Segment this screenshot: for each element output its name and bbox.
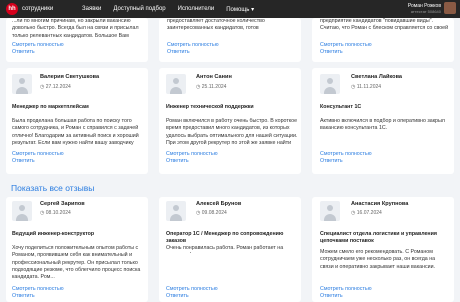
reviewer-avatar: [12, 74, 32, 94]
reply-link[interactable]: Ответить: [320, 293, 343, 300]
review-text: Была проделана большая работа по поиску …: [12, 118, 139, 148]
clock-icon: ◷: [351, 84, 356, 90]
review-text: Активно включился в подбор и оперативно …: [320, 118, 445, 132]
nav-item-requests[interactable]: Заявки: [82, 6, 101, 13]
reviewer-avatar: [320, 74, 340, 94]
reviewer-avatar: [166, 201, 186, 221]
user-certificate: аттестат 508640: [410, 8, 441, 14]
review-date-value: 11.11.2024: [356, 84, 382, 90]
reply-link[interactable]: Ответить: [12, 293, 35, 300]
reviewer-avatar: [166, 74, 186, 94]
review-text: предприятие кандидатов "повидавшие виды"…: [320, 18, 449, 33]
nav-item-help-label: Помощь: [226, 6, 250, 13]
review-date-value: 16.07.2024: [356, 210, 382, 216]
show-full-link[interactable]: Смотреть полностью: [166, 286, 218, 293]
clock-icon: ◷: [40, 210, 45, 216]
hh-logo[interactable]: hh: [6, 3, 18, 15]
nav-item-executors[interactable]: Исполнители: [178, 6, 215, 13]
review-text: Можем смело его рекомендовать. С Романом…: [320, 249, 436, 270]
chevron-down-icon: ▾: [251, 6, 255, 13]
clock-icon: ◷: [196, 84, 201, 90]
review-card: предоставляет достаточное количество заи…: [159, 18, 301, 62]
user-menu[interactable]: Роман Рожков аттестат 508640: [408, 2, 456, 14]
reviewer-name: Валерия Светушкова: [40, 74, 100, 80]
vacancy-title: Инженер технической поддержки: [166, 104, 254, 110]
show-full-link[interactable]: Смотреть полностью: [320, 286, 372, 293]
review-date-value: 27.12.2024: [45, 84, 71, 90]
review-card: Алексей Брунов ◷ 09.08.2024 Оператор 1С …: [159, 197, 301, 302]
show-full-link[interactable]: Смотреть полностью: [12, 286, 64, 293]
vacancy-title: Менеджер по маркетплейсам: [12, 104, 89, 110]
review-date-value: 09.08.2024: [201, 210, 227, 216]
clock-icon: ◷: [40, 84, 45, 90]
review-card: Светлана Лайкова ◷ 11.11.2024 Консультан…: [312, 68, 454, 174]
brand-label[interactable]: сотрудники: [22, 6, 72, 12]
clock-icon: ◷: [196, 210, 201, 216]
show-full-link[interactable]: Смотреть полностью: [12, 151, 64, 158]
show-full-link[interactable]: Смотреть полностью: [320, 151, 372, 158]
review-card: Антон Санин ◷ 25.11.2024 Инженер техниче…: [159, 68, 301, 174]
reply-link[interactable]: Ответить: [167, 49, 190, 56]
main-nav: Заявки Доступный подбор Исполнители Помо…: [82, 6, 254, 13]
vacancy-title: Консультант 1С: [320, 104, 362, 110]
clock-icon: ◷: [351, 210, 356, 216]
reviewer-name: Антон Санин: [196, 74, 232, 80]
nav-item-help[interactable]: Помощь ▾: [226, 6, 254, 13]
review-card: Валерия Светушкова ◷ 27.12.2024 Менеджер…: [6, 68, 148, 174]
reviewer-avatar: [320, 201, 340, 221]
reviewer-name: Алексей Брунов: [196, 201, 242, 207]
show-full-link[interactable]: Смотреть полностью: [166, 151, 218, 158]
vacancy-title: Ведущий инженер-конструктор: [12, 231, 95, 237]
reviewer-name: Анастасия Крупнова: [351, 201, 409, 207]
review-date-value: 08.10.2024: [45, 210, 71, 216]
reply-link[interactable]: Ответить: [166, 158, 189, 165]
reply-link[interactable]: Ответить: [166, 293, 189, 300]
review-date: ◷ 09.08.2024: [196, 210, 227, 216]
nav-item-affordable-hiring[interactable]: Доступный подбор: [113, 6, 165, 13]
review-date: ◷ 11.11.2024: [351, 84, 381, 90]
show-full-link[interactable]: Смотреть полностью: [167, 42, 219, 49]
review-card: Анастасия Крупнова ◷ 16.07.2024 Специали…: [312, 197, 454, 302]
review-text: Очень понравилась работа. Роман работает…: [166, 245, 284, 253]
review-text: ...ли по многим причинам, но закрыли вак…: [12, 18, 139, 40]
reply-link[interactable]: Ответить: [320, 158, 343, 165]
reply-link[interactable]: Ответить: [320, 49, 343, 56]
reply-link[interactable]: Ответить: [12, 49, 35, 56]
review-text: Роман включился в работу очень быстро. В…: [166, 118, 298, 148]
review-date: ◷ 08.10.2024: [40, 210, 71, 216]
review-card: ...ли по многим причинам, но закрыли вак…: [6, 18, 148, 62]
review-card: предприятие кандидатов "повидавшие виды"…: [312, 18, 454, 62]
review-date-value: 25.11.2024: [201, 84, 227, 90]
reply-link[interactable]: Ответить: [12, 158, 35, 165]
review-card: Сергей Зарипов ◷ 08.10.2024 Ведущий инже…: [6, 197, 148, 302]
show-all-reviews-link[interactable]: Показать все отзывы: [11, 183, 94, 193]
review-text: предоставляет достаточное количество заи…: [167, 18, 265, 33]
reviewer-name: Светлана Лайкова: [351, 74, 403, 80]
user-avatar[interactable]: [444, 2, 456, 14]
user-name: Роман Рожков: [407, 2, 441, 9]
top-navigation-bar: hh сотрудники Заявки Доступный подбор Ис…: [0, 0, 460, 18]
review-date: ◷ 27.12.2024: [40, 84, 71, 90]
review-text: Хочу поделиться положительным опытом раб…: [12, 245, 141, 281]
show-full-link[interactable]: Смотреть полностью: [12, 42, 64, 49]
reviewer-avatar: [12, 201, 32, 221]
vacancy-title: Оператор 1С / Менеджер по сопровождению …: [166, 231, 284, 244]
show-full-link[interactable]: Смотреть полностью: [320, 42, 372, 49]
vacancy-title: Специалист отдела логистики и управления…: [320, 231, 437, 244]
review-date: ◷ 16.07.2024: [351, 210, 382, 216]
review-date: ◷ 25.11.2024: [196, 84, 226, 90]
reviewer-name: Сергей Зарипов: [40, 201, 85, 207]
